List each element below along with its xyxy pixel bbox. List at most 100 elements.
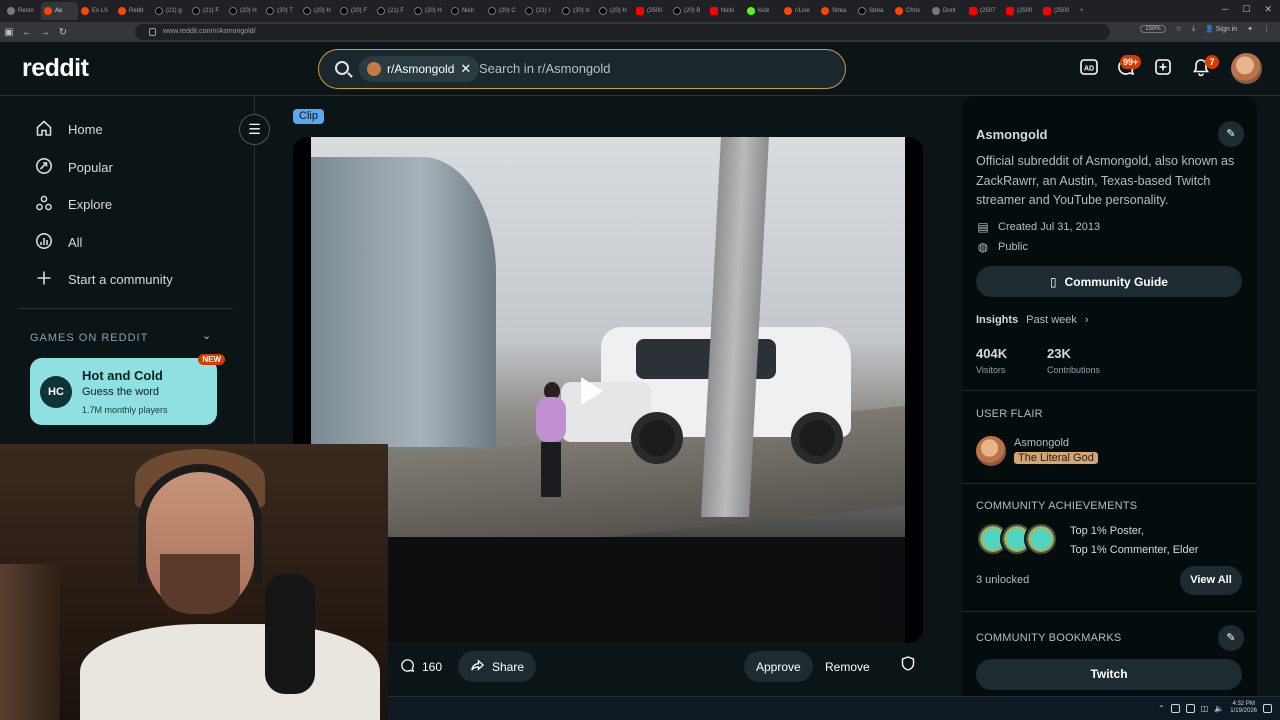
clear-chip-icon[interactable]: ✕ — [460, 61, 471, 77]
flair-tag[interactable]: The Literal God — [1014, 452, 1098, 464]
system-clock[interactable]: 4:32 PM 1/19/2026 — [1230, 701, 1257, 715]
community-guide-button[interactable]: ▯ Community Guide — [976, 266, 1242, 297]
tray-app-icon[interactable] — [1185, 703, 1195, 713]
comments-button[interactable]: 160 — [388, 651, 454, 682]
view-all-button[interactable]: View All — [1180, 566, 1242, 595]
sidebar-item-all[interactable]: All — [34, 232, 82, 252]
sidebar-item-popular[interactable]: Popular — [34, 157, 113, 177]
browser-tab[interactable]: Nish — [448, 2, 485, 20]
popular-icon — [34, 157, 54, 177]
browser-tab[interactable]: (20) H — [300, 2, 337, 20]
browser-tab[interactable]: Strea — [855, 2, 892, 20]
tab-favicon-icon — [562, 7, 570, 15]
notification-center-icon[interactable] — [1263, 703, 1272, 713]
browser-tab[interactable]: (2500 — [1003, 2, 1040, 20]
zoom-indicator[interactable]: 150% — [1140, 25, 1166, 33]
browser-tab[interactable]: Strea — [818, 2, 855, 20]
browser-tab[interactable]: Donl — [929, 2, 966, 20]
hamburger-menu-icon[interactable]: ☰ — [239, 114, 270, 145]
tray-app-icon[interactable] — [1170, 703, 1180, 713]
subreddit-search-chip[interactable]: r/Asmongold ✕ — [359, 56, 480, 82]
bookmarks-title: COMMUNITY BOOKMARKS — [976, 632, 1122, 644]
bookmark-star-icon[interactable]: ☆ — [1176, 25, 1182, 33]
browser-menu-icon[interactable]: ⋮ — [1263, 25, 1270, 33]
tray-chevron-icon[interactable]: ⌃ — [1158, 704, 1165, 713]
sidebar-item-explore[interactable]: Explore — [34, 194, 112, 214]
maximize-button[interactable]: ☐ — [1242, 4, 1250, 15]
browser-tab[interactable]: (21) I — [522, 2, 559, 20]
create-post-icon[interactable] — [1152, 57, 1174, 79]
forward-icon[interactable]: → — [36, 27, 54, 38]
sidebar-toggle-icon[interactable]: ▣ — [0, 27, 18, 38]
chevron-down-icon[interactable]: ⌄ — [202, 329, 211, 342]
browser-tab[interactable]: Kick — [744, 2, 781, 20]
minimize-button[interactable]: ─ — [1222, 4, 1228, 15]
tab-title: (20) H — [610, 8, 627, 14]
volume-icon[interactable]: 🔈 — [1214, 704, 1224, 713]
approve-button[interactable]: Approve — [744, 651, 813, 682]
browser-tab[interactable]: (20) T — [263, 2, 300, 20]
sidebar-item-home[interactable]: Home — [34, 119, 103, 139]
browser-tab[interactable]: (20) Ic — [559, 2, 596, 20]
edit-pencil-icon[interactable]: ✎ — [1218, 121, 1244, 147]
browser-tab[interactable]: (2500 — [1040, 2, 1077, 20]
user-avatar[interactable] — [1231, 53, 1262, 84]
remove-button[interactable]: Remove — [813, 651, 882, 682]
browser-tab[interactable]: Redd — [115, 2, 152, 20]
mod-shield-icon[interactable] — [892, 651, 923, 682]
games-section-title[interactable]: GAMES ON REDDIT — [30, 332, 148, 344]
back-icon[interactable]: ← — [18, 27, 36, 38]
browser-tab[interactable]: (2507 — [966, 2, 1003, 20]
contributions-stat: 23K Contributions — [1047, 346, 1100, 375]
browser-tab[interactable]: (20) H — [411, 2, 448, 20]
browser-tab[interactable]: (21) g — [152, 2, 189, 20]
edit-pencil-icon[interactable]: ✎ — [1218, 625, 1244, 651]
community-sidebar: Asmongold ✎ Official subreddit of Asmong… — [962, 96, 1257, 696]
game-title: Hot and Cold — [82, 368, 163, 383]
browser-tab[interactable]: Chris — [892, 2, 929, 20]
sidebar-item-start-community[interactable]: Start a community — [34, 269, 173, 289]
close-window-button[interactable]: ✕ — [1264, 4, 1272, 15]
play-icon[interactable] — [581, 377, 603, 405]
browser-tab[interactable]: Ex LS — [78, 2, 115, 20]
ads-icon[interactable]: AD — [1078, 57, 1100, 79]
post-flair[interactable]: Clip — [293, 109, 324, 124]
url-field[interactable]: www.reddit.com/r/Asmongold/ — [135, 24, 1110, 40]
game-card[interactable]: HC Hot and Cold Guess the word 1.7M mont… — [30, 354, 225, 425]
achievement-badge-icon[interactable] — [1024, 522, 1058, 556]
home-icon — [34, 119, 54, 139]
insights-row[interactable]: Insights Past week › — [976, 314, 1089, 326]
insights-label: Insights — [976, 314, 1019, 326]
bookmark-twitch-button[interactable]: Twitch — [976, 659, 1242, 690]
plus-icon — [34, 269, 54, 289]
streamer-webcam — [0, 444, 388, 720]
left-sidebar: Home Popular Explore All Start a communi… — [0, 96, 270, 446]
browser-tab[interactable]: (20) H — [596, 2, 633, 20]
download-icon[interactable]: ⤓ — [1192, 25, 1195, 33]
browser-tab[interactable]: (20) C — [485, 2, 522, 20]
share-button[interactable]: Share — [458, 651, 537, 682]
reddit-logo[interactable]: reddit — [22, 54, 89, 83]
tab-favicon-icon — [895, 7, 903, 15]
sign-in-button[interactable]: 👤 Sign in — [1205, 25, 1237, 33]
search-bar[interactable]: r/Asmongold ✕ — [318, 49, 846, 89]
browser-tab[interactable]: (2500 — [633, 2, 670, 20]
browser-tab[interactable]: (21) F — [189, 2, 226, 20]
browser-tab[interactable]: (20) H — [226, 2, 263, 20]
sidebar-item-label: Popular — [68, 159, 113, 175]
reload-icon[interactable]: ↻ — [54, 27, 72, 38]
browser-tab[interactable]: r/Live — [781, 2, 818, 20]
browser-tab[interactable]: Resto — [4, 2, 41, 20]
chat-badge: 99+ — [1120, 55, 1142, 69]
search-input[interactable] — [479, 50, 819, 87]
browser-tab[interactable]: As — [41, 2, 78, 20]
network-icon[interactable]: ◫ — [1201, 704, 1209, 713]
community-name[interactable]: Asmongold — [976, 127, 1048, 142]
browser-tab[interactable]: (20) B — [670, 2, 707, 20]
browser-tab[interactable]: (21) F — [374, 2, 411, 20]
browser-tab[interactable]: Nicki — [707, 2, 744, 20]
extensions-icon[interactable]: ✦ — [1247, 25, 1253, 33]
new-tab-button[interactable]: + — [1077, 2, 1095, 20]
sidebar-item-label: Explore — [68, 196, 113, 212]
browser-tab[interactable]: (20) F — [337, 2, 374, 20]
